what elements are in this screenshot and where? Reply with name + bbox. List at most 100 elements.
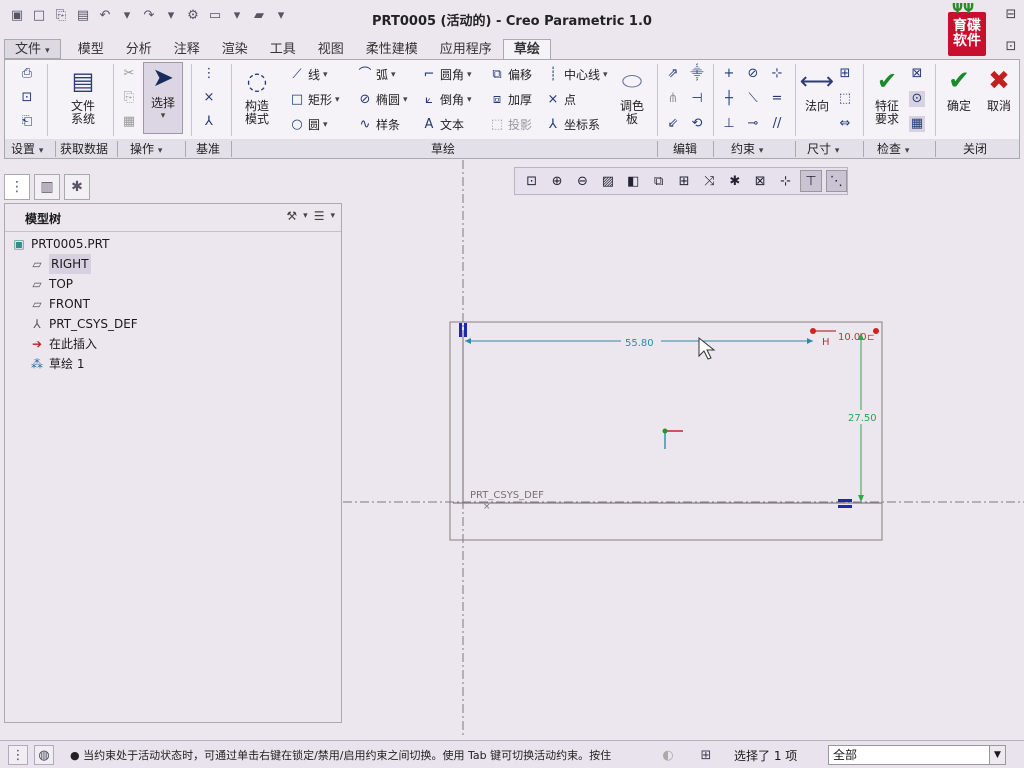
datum-csys-button[interactable]: ⅄ — [201, 114, 217, 130]
offset-button[interactable]: ⧉ 偏移 — [489, 66, 532, 83]
tab-flexible-modeling[interactable]: 柔性建模 — [355, 39, 429, 59]
horizontal-constraint-button[interactable]: ┼ — [721, 91, 737, 107]
tab-model[interactable]: 模型 — [67, 39, 115, 59]
tree-node-csys[interactable]: ⅄ PRT_CSYS_DEF — [5, 314, 341, 334]
group-inspect[interactable]: 检查 ▾ — [877, 141, 909, 157]
slider-toggle-icon[interactable]: ◐ — [654, 745, 682, 765]
equal-constraint-marker-2[interactable] — [838, 505, 852, 508]
sketch-setup-button[interactable]: ⎙ — [19, 66, 35, 82]
rectangle-button[interactable]: □ 矩形 ▾ — [289, 91, 340, 108]
vertical-constraint-marker-2[interactable] — [464, 323, 467, 337]
datum-point-button[interactable]: × — [201, 90, 217, 106]
tree-node-top[interactable]: ▱ TOP — [5, 274, 341, 294]
ok-button[interactable]: ✔ 确定 — [941, 66, 977, 113]
perimeter-button[interactable]: ⊞ — [837, 66, 853, 82]
corner-button[interactable]: ⊣ — [689, 91, 705, 107]
reference-dim-button[interactable]: ⬚ — [837, 91, 853, 107]
baseline-button[interactable]: ⇔ — [837, 116, 853, 132]
fillet-button[interactable]: ⌐ 圆角 ▾ — [421, 66, 472, 83]
text-button[interactable]: A 文本 — [421, 116, 464, 133]
group-get-data[interactable]: 获取数据 — [60, 141, 108, 157]
vertical-constraint-marker-1[interactable] — [459, 323, 462, 337]
shade-closed-loops-button[interactable]: ▦ — [909, 116, 925, 132]
palette-button[interactable]: ⬭ 调色 板 — [615, 66, 649, 126]
point-button[interactable]: × 点 — [545, 91, 576, 108]
tab-render[interactable]: 渲染 — [211, 39, 259, 59]
ellipse-button[interactable]: ⊘ 椭圆 ▾ — [357, 91, 408, 108]
sketch-view-button[interactable]: ⎗ — [19, 114, 35, 130]
group-dimension[interactable]: 尺寸 ▾ — [807, 141, 839, 157]
restore-icon[interactable]: ⊡ — [1004, 40, 1018, 54]
project-button[interactable]: ⬚ 投影 — [489, 116, 532, 133]
spline-button[interactable]: ∿ 样条 — [357, 116, 400, 133]
line-button[interactable]: ⟋ 线 ▾ — [289, 66, 327, 83]
midpoint-constraint-button[interactable]: ⟍ — [745, 91, 761, 107]
cut-button[interactable]: ✂ — [121, 66, 137, 82]
tree-node-right[interactable]: ▱ RIGHT — [5, 254, 341, 274]
coincident-constraint-button[interactable]: ⊸ — [745, 116, 761, 132]
vertex-top-right[interactable] — [873, 328, 879, 334]
vertical-constraint-button[interactable]: + — [721, 66, 737, 82]
favorites-tab[interactable]: ✱ — [64, 174, 90, 200]
tab-tools[interactable]: 工具 — [259, 39, 307, 59]
tree-settings-icon[interactable]: ⚒ — [286, 209, 297, 223]
cancel-button[interactable]: ✖ 取消 — [981, 66, 1017, 113]
tab-annotate[interactable]: 注释 — [163, 39, 211, 59]
toggle-browser-icon[interactable]: ◍ — [34, 745, 54, 765]
selection-filter[interactable]: 全部 ▼ — [828, 745, 1006, 765]
perpendicular-constraint-button[interactable]: ⊥ — [721, 116, 737, 132]
arc-button[interactable]: ⌒ 弧 ▾ — [357, 66, 395, 83]
rotate-resize-button[interactable]: ⟲ — [689, 116, 705, 132]
tree-node-sketch[interactable]: ⁂ 草绘 1 — [5, 354, 341, 374]
references-button[interactable]: ⊡ — [19, 90, 35, 106]
symmetric-constraint-button[interactable]: ⊹ — [769, 66, 785, 82]
overlapping-geometry-button[interactable]: ⊠ — [909, 66, 925, 82]
offset-icon: ⧉ — [492, 66, 502, 82]
normal-dimension-button[interactable]: ⟷ 法向 — [799, 66, 835, 113]
tab-file[interactable]: 文件 ▾ — [4, 39, 61, 59]
minimize-icon[interactable]: ⊟ — [1004, 8, 1018, 22]
feature-requirements-button[interactable]: ✔ 特征 要求 — [867, 66, 907, 126]
tab-view[interactable]: 视图 — [307, 39, 355, 59]
parallel-constraint-button[interactable]: // — [769, 116, 785, 132]
tangent-constraint-button[interactable]: ⊘ — [745, 66, 761, 82]
divide-button[interactable]: ⇙ — [665, 116, 681, 132]
vertex-top-left[interactable] — [810, 328, 816, 334]
circle-button[interactable]: ○ 圆 ▾ — [289, 116, 327, 133]
horizontal-constraint-marker[interactable]: H — [822, 337, 830, 348]
toggle-navigator-icon[interactable]: ⋮ — [8, 745, 28, 765]
tree-node-insert-here[interactable]: ➔ 在此插入 — [5, 334, 341, 354]
centerline-button[interactable]: ┊ 中心线 ▾ — [545, 66, 607, 83]
datum-centerline-button[interactable]: ⋮ — [201, 66, 217, 82]
dimension-horizontal[interactable]: 55.80 — [625, 338, 654, 349]
chevron-down-icon[interactable]: ▼ — [989, 746, 1005, 764]
group-setup[interactable]: 设置 ▾ — [11, 141, 43, 157]
group-constrain[interactable]: 约束 ▾ — [731, 141, 763, 157]
tree-node-part[interactable]: ▣ PRT0005.PRT — [5, 234, 341, 254]
smart-selection-icon[interactable]: ⊞ — [696, 745, 716, 765]
equal-constraint-button[interactable]: = — [769, 91, 785, 107]
highlight-open-ends-button[interactable]: ⊙ — [909, 91, 925, 107]
tree-node-front[interactable]: ▱ FRONT — [5, 294, 341, 314]
dimension-height[interactable]: 27.50 — [848, 413, 877, 424]
thicken-button[interactable]: ⧈ 加厚 — [489, 91, 532, 108]
chamfer-button[interactable]: ⟀ 倒角 ▾ — [421, 91, 471, 108]
tab-sketch[interactable]: 草绘 — [502, 39, 551, 59]
sketch-canvas[interactable]: 55.80 H 10.00 ⊏ 27.50 PRT_CSYS_DEF × — [343, 160, 1024, 738]
mirror-button[interactable]: ⋔ — [665, 91, 681, 107]
construction-mode-button[interactable]: ◌ 构造 模式 — [237, 66, 277, 126]
tab-analysis[interactable]: 分析 — [115, 39, 163, 59]
folder-browser-tab[interactable]: ▥ — [34, 174, 60, 200]
paste-button[interactable]: ▦ — [121, 114, 137, 130]
coordinate-system-button[interactable]: ⅄ 坐标系 — [545, 116, 600, 133]
group-operations[interactable]: 操作 ▾ — [130, 141, 162, 157]
modify-button[interactable]: ⇗ — [665, 66, 681, 82]
file-system-button[interactable]: ▤ 文件 系统 — [63, 66, 103, 126]
tab-applications[interactable]: 应用程序 — [429, 39, 503, 59]
tree-filters-icon[interactable]: ☰ — [314, 209, 325, 223]
copy-button[interactable]: ⎘ — [121, 90, 137, 106]
delete-segment-button[interactable]: ⸎ — [689, 66, 705, 82]
select-button[interactable]: ➤ 选择 ▾ — [143, 62, 183, 134]
equal-constraint-marker-1[interactable] — [838, 499, 852, 502]
model-tree-tab[interactable]: ⋮ — [4, 174, 30, 200]
